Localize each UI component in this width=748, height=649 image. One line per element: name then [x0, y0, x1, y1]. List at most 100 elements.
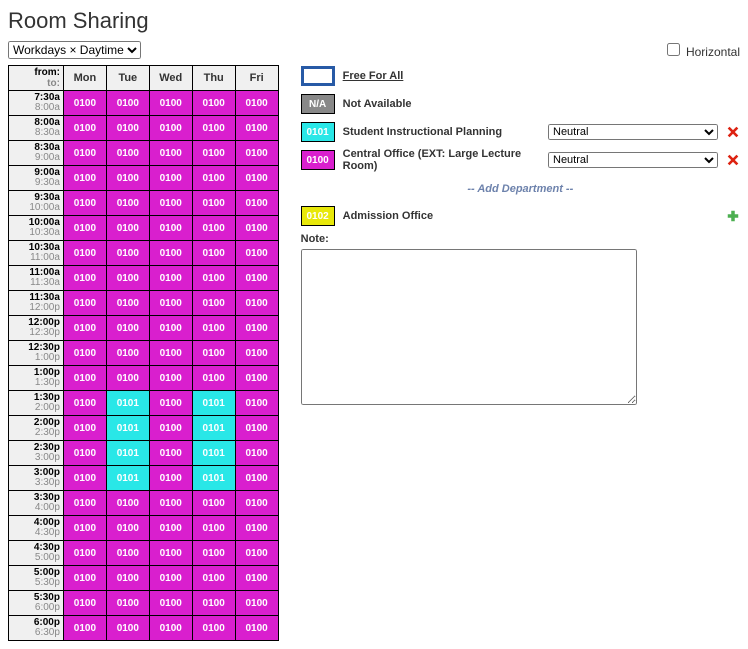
grid-cell[interactable]: 0100: [192, 366, 235, 391]
grid-cell[interactable]: 0100: [192, 191, 235, 216]
grid-cell[interactable]: 0100: [149, 241, 192, 266]
grid-cell[interactable]: 0100: [106, 141, 149, 166]
grid-cell[interactable]: 0100: [235, 291, 278, 316]
grid-cell[interactable]: 0100: [106, 166, 149, 191]
grid-cell[interactable]: 0100: [192, 291, 235, 316]
grid-cell[interactable]: 0101: [106, 416, 149, 441]
grid-cell[interactable]: 0100: [235, 166, 278, 191]
grid-cell[interactable]: 0100: [106, 591, 149, 616]
grid-cell[interactable]: 0100: [235, 216, 278, 241]
grid-cell[interactable]: 0100: [192, 616, 235, 641]
grid-cell[interactable]: 0100: [235, 141, 278, 166]
remove-icon[interactable]: [726, 125, 740, 139]
grid-cell[interactable]: 0100: [149, 566, 192, 591]
plus-icon[interactable]: [726, 209, 740, 223]
grid-cell[interactable]: 0100: [235, 466, 278, 491]
pref-select-0101[interactable]: Neutral: [548, 124, 718, 140]
grid-cell[interactable]: 0100: [149, 541, 192, 566]
grid-cell[interactable]: 0100: [106, 566, 149, 591]
grid-cell[interactable]: 0100: [235, 116, 278, 141]
grid-cell[interactable]: 0100: [106, 291, 149, 316]
grid-cell[interactable]: 0100: [192, 491, 235, 516]
grid-cell[interactable]: 0100: [106, 216, 149, 241]
grid-cell[interactable]: 0100: [192, 241, 235, 266]
grid-cell[interactable]: 0100: [235, 241, 278, 266]
grid-cell[interactable]: 0100: [149, 141, 192, 166]
grid-cell[interactable]: 0101: [192, 416, 235, 441]
grid-cell[interactable]: 0100: [192, 166, 235, 191]
grid-cell[interactable]: 0100: [63, 416, 106, 441]
grid-cell[interactable]: 0100: [149, 616, 192, 641]
grid-cell[interactable]: 0100: [235, 191, 278, 216]
grid-cell[interactable]: 0100: [106, 266, 149, 291]
grid-cell[interactable]: 0100: [106, 516, 149, 541]
grid-cell[interactable]: 0100: [235, 341, 278, 366]
grid-cell[interactable]: 0100: [63, 591, 106, 616]
grid-cell[interactable]: 0100: [192, 91, 235, 116]
grid-cell[interactable]: 0100: [149, 91, 192, 116]
grid-cell[interactable]: 0100: [63, 616, 106, 641]
grid-cell[interactable]: 0100: [149, 166, 192, 191]
grid-cell[interactable]: 0101: [192, 441, 235, 466]
grid-cell[interactable]: 0100: [106, 541, 149, 566]
grid-cell[interactable]: 0101: [106, 391, 149, 416]
grid-cell[interactable]: 0100: [235, 266, 278, 291]
note-textarea[interactable]: [301, 249, 637, 405]
grid-cell[interactable]: 0100: [149, 516, 192, 541]
grid-cell[interactable]: 0100: [235, 591, 278, 616]
grid-cell[interactable]: 0100: [235, 566, 278, 591]
grid-cell[interactable]: 0100: [149, 266, 192, 291]
grid-cell[interactable]: 0100: [149, 491, 192, 516]
remove-icon[interactable]: [726, 153, 740, 167]
grid-cell[interactable]: 0100: [63, 291, 106, 316]
grid-cell[interactable]: 0101: [192, 466, 235, 491]
grid-cell[interactable]: 0100: [192, 116, 235, 141]
grid-cell[interactable]: 0100: [149, 366, 192, 391]
pref-select-0100[interactable]: Neutral: [548, 152, 718, 168]
grid-cell[interactable]: 0100: [63, 91, 106, 116]
grid-cell[interactable]: 0100: [106, 116, 149, 141]
grid-cell[interactable]: 0100: [149, 191, 192, 216]
legend-free-link[interactable]: Free For All: [343, 70, 404, 82]
grid-cell[interactable]: 0100: [149, 391, 192, 416]
grid-cell[interactable]: 0100: [63, 441, 106, 466]
grid-cell[interactable]: 0100: [106, 616, 149, 641]
grid-cell[interactable]: 0100: [192, 216, 235, 241]
legend-free[interactable]: Free For All: [301, 65, 740, 87]
grid-cell[interactable]: 0100: [63, 116, 106, 141]
grid-cell[interactable]: 0100: [192, 266, 235, 291]
horizontal-toggle-label[interactable]: Horizontal: [663, 40, 740, 59]
legend-na[interactable]: N/A Not Available: [301, 93, 740, 115]
grid-cell[interactable]: 0100: [63, 191, 106, 216]
grid-cell[interactable]: 0100: [149, 441, 192, 466]
grid-cell[interactable]: 0100: [63, 541, 106, 566]
grid-cell[interactable]: 0100: [63, 241, 106, 266]
grid-cell[interactable]: 0101: [192, 391, 235, 416]
grid-cell[interactable]: 0100: [192, 341, 235, 366]
grid-cell[interactable]: 0101: [106, 466, 149, 491]
grid-cell[interactable]: 0100: [235, 91, 278, 116]
grid-cell[interactable]: 0100: [149, 416, 192, 441]
grid-cell[interactable]: 0100: [235, 391, 278, 416]
grid-cell[interactable]: 0100: [235, 491, 278, 516]
grid-cell[interactable]: 0100: [235, 366, 278, 391]
grid-cell[interactable]: 0100: [106, 491, 149, 516]
grid-cell[interactable]: 0100: [192, 566, 235, 591]
grid-cell[interactable]: 0100: [149, 316, 192, 341]
grid-cell[interactable]: 0100: [106, 241, 149, 266]
grid-cell[interactable]: 0100: [235, 516, 278, 541]
grid-cell[interactable]: 0100: [149, 291, 192, 316]
grid-cell[interactable]: 0100: [63, 166, 106, 191]
grid-cell[interactable]: 0100: [106, 191, 149, 216]
grid-cell[interactable]: 0100: [63, 391, 106, 416]
grid-cell[interactable]: 0100: [235, 441, 278, 466]
grid-cell[interactable]: 0100: [106, 366, 149, 391]
grid-cell[interactable]: 0100: [63, 366, 106, 391]
grid-cell[interactable]: 0100: [106, 316, 149, 341]
grid-cell[interactable]: 0100: [63, 516, 106, 541]
grid-cell[interactable]: 0100: [192, 591, 235, 616]
grid-cell[interactable]: 0100: [63, 216, 106, 241]
grid-cell[interactable]: 0100: [149, 591, 192, 616]
grid-cell[interactable]: 0100: [63, 141, 106, 166]
grid-cell[interactable]: 0100: [235, 416, 278, 441]
